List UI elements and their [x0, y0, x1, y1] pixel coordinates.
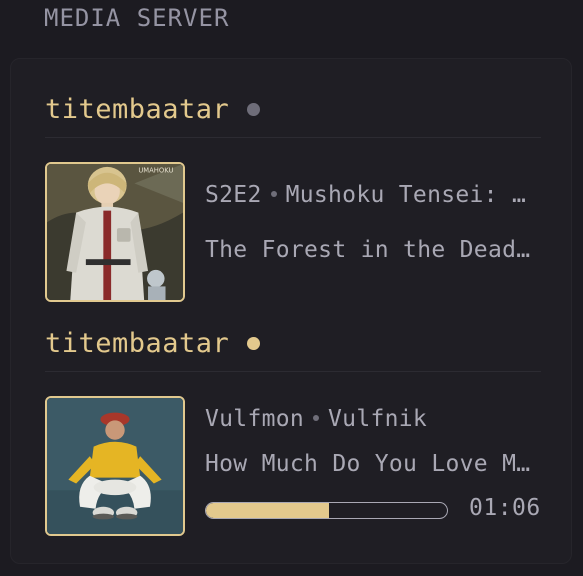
session-username[interactable]: titembaatar	[45, 94, 229, 125]
track-title[interactable]: How Much Do You Love M…	[205, 451, 541, 477]
session-user-row: titembaatar	[45, 81, 541, 138]
session-1: titembaatar UMAHOKU S2E2 Mushoku Tensei:…	[45, 81, 541, 302]
playback-progress-fill	[206, 503, 329, 518]
episode-title[interactable]: The Forest in the Dead…	[205, 237, 541, 263]
now-playing-episode[interactable]: UMAHOKU S2E2 Mushoku Tensei: … The Forest…	[45, 162, 541, 302]
anime-poster-thumbnail[interactable]: UMAHOKU	[45, 162, 185, 302]
album-cover-thumbnail[interactable]	[45, 396, 185, 536]
svg-text:UMAHOKU: UMAHOKU	[138, 167, 173, 175]
episode-meta: S2E2 Mushoku Tensei: …	[205, 182, 541, 208]
artist-name[interactable]: Vulfmon	[205, 406, 304, 432]
media-server-card: titembaatar UMAHOKU S2E2 Mushoku Tensei:…	[10, 58, 572, 564]
playback-progress-bar[interactable]	[205, 502, 448, 519]
album-cover-icon	[47, 398, 183, 534]
idle-status-dot-icon	[247, 102, 261, 116]
session-username[interactable]: titembaatar	[45, 328, 229, 359]
session-2: titembaatar Vulfmon Vulfnik How Much Do …	[45, 315, 541, 536]
episode-code: S2E2	[205, 182, 262, 208]
show-title[interactable]: Mushoku Tensei: …	[286, 182, 527, 208]
separator-dot-icon	[270, 190, 277, 197]
anime-poster-icon: UMAHOKU	[47, 164, 183, 300]
now-playing-track[interactable]: Vulfmon Vulfnik How Much Do You Love M… 0…	[45, 396, 541, 536]
track-meta: Vulfmon Vulfnik	[205, 406, 541, 432]
section-title: MEDIA SERVER	[44, 4, 230, 32]
elapsed-time: 01:06	[469, 495, 541, 521]
session-user-row: titembaatar	[45, 315, 541, 372]
album-name[interactable]: Vulfnik	[328, 406, 427, 432]
playing-status-dot-icon	[247, 336, 261, 350]
separator-dot-icon	[313, 414, 320, 421]
